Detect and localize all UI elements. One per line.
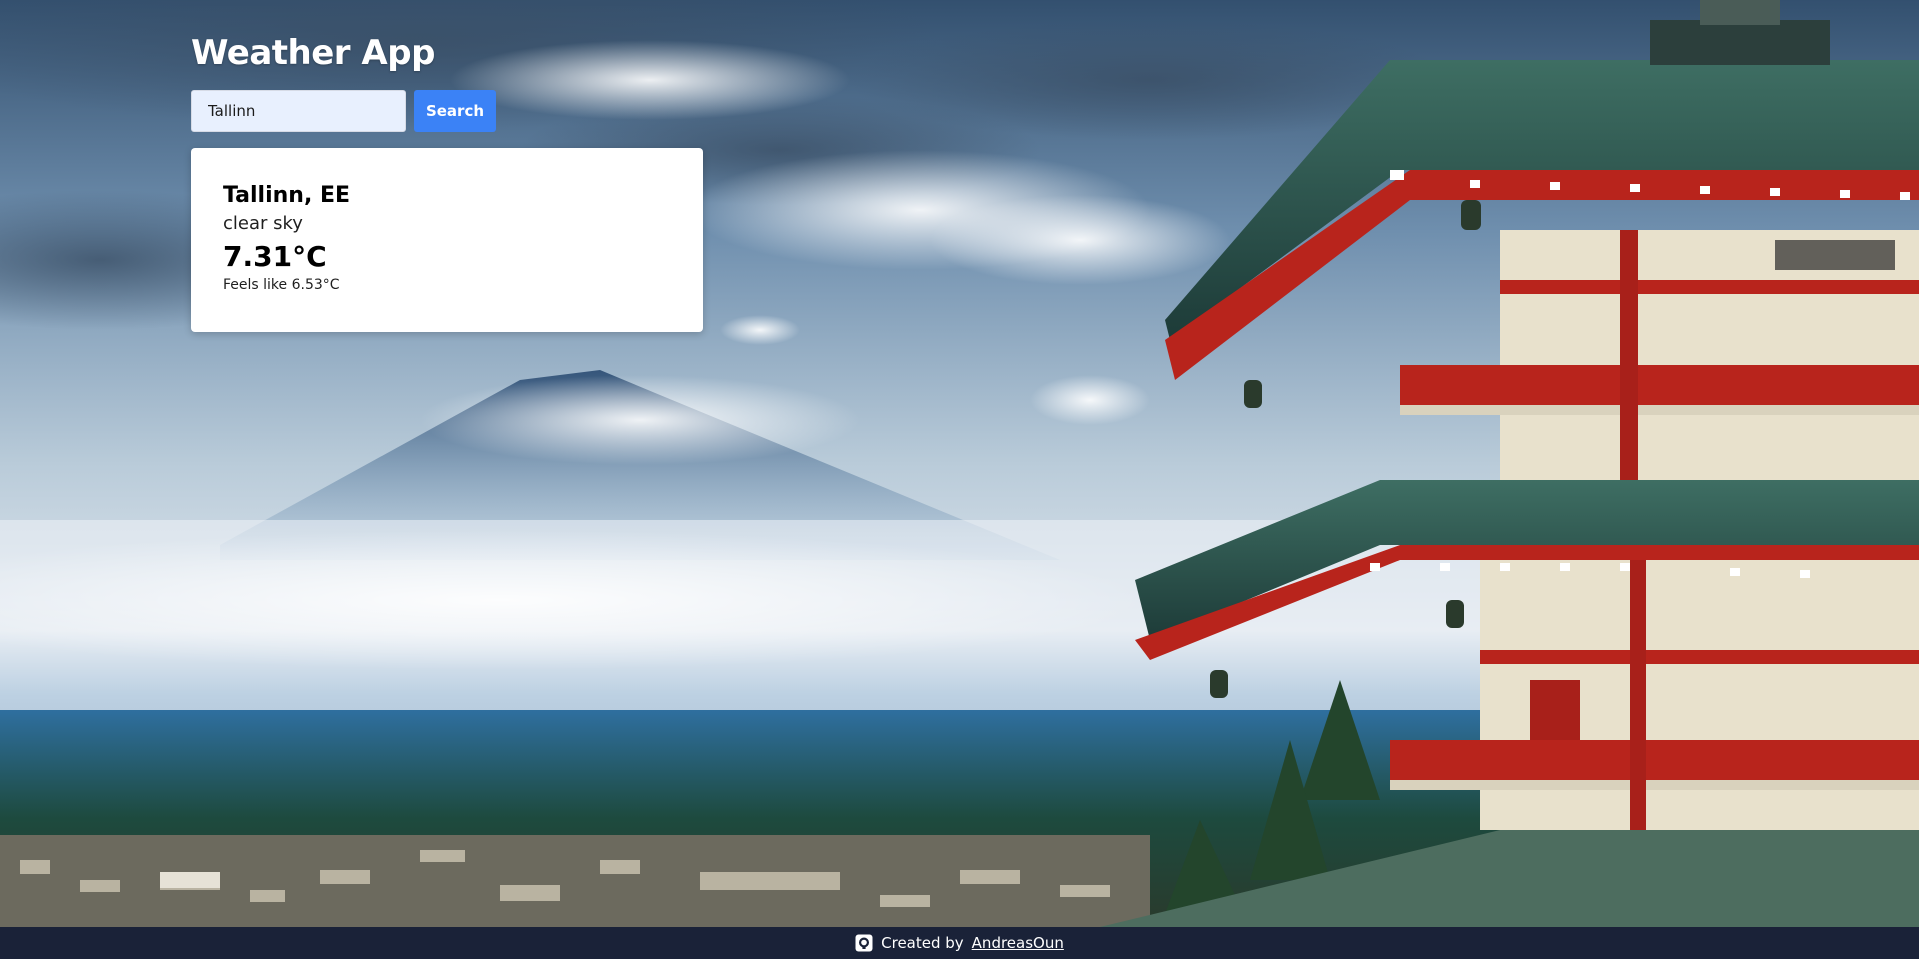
- page: Weather App Search Tallinn, EE clear sky…: [0, 0, 1919, 959]
- github-icon: [855, 934, 873, 952]
- weather-card: Tallinn, EE clear sky 7.31°C Feels like …: [191, 148, 703, 332]
- app-title: Weather App: [191, 33, 435, 73]
- temperature-value: 7.31°C: [223, 240, 327, 273]
- feels-like-text: Feels like 6.53°C: [223, 277, 340, 293]
- search-button[interactable]: Search: [414, 90, 496, 132]
- background-image: [0, 0, 1919, 927]
- city-search-input[interactable]: [191, 90, 406, 132]
- footer: Created by AndreasOun: [0, 927, 1919, 959]
- footer-credit-text: Created by: [881, 934, 964, 952]
- search-form: Search: [191, 90, 496, 132]
- author-link[interactable]: AndreasOun: [972, 934, 1064, 952]
- location-name: Tallinn, EE: [223, 183, 351, 208]
- weather-description: clear sky: [223, 213, 303, 234]
